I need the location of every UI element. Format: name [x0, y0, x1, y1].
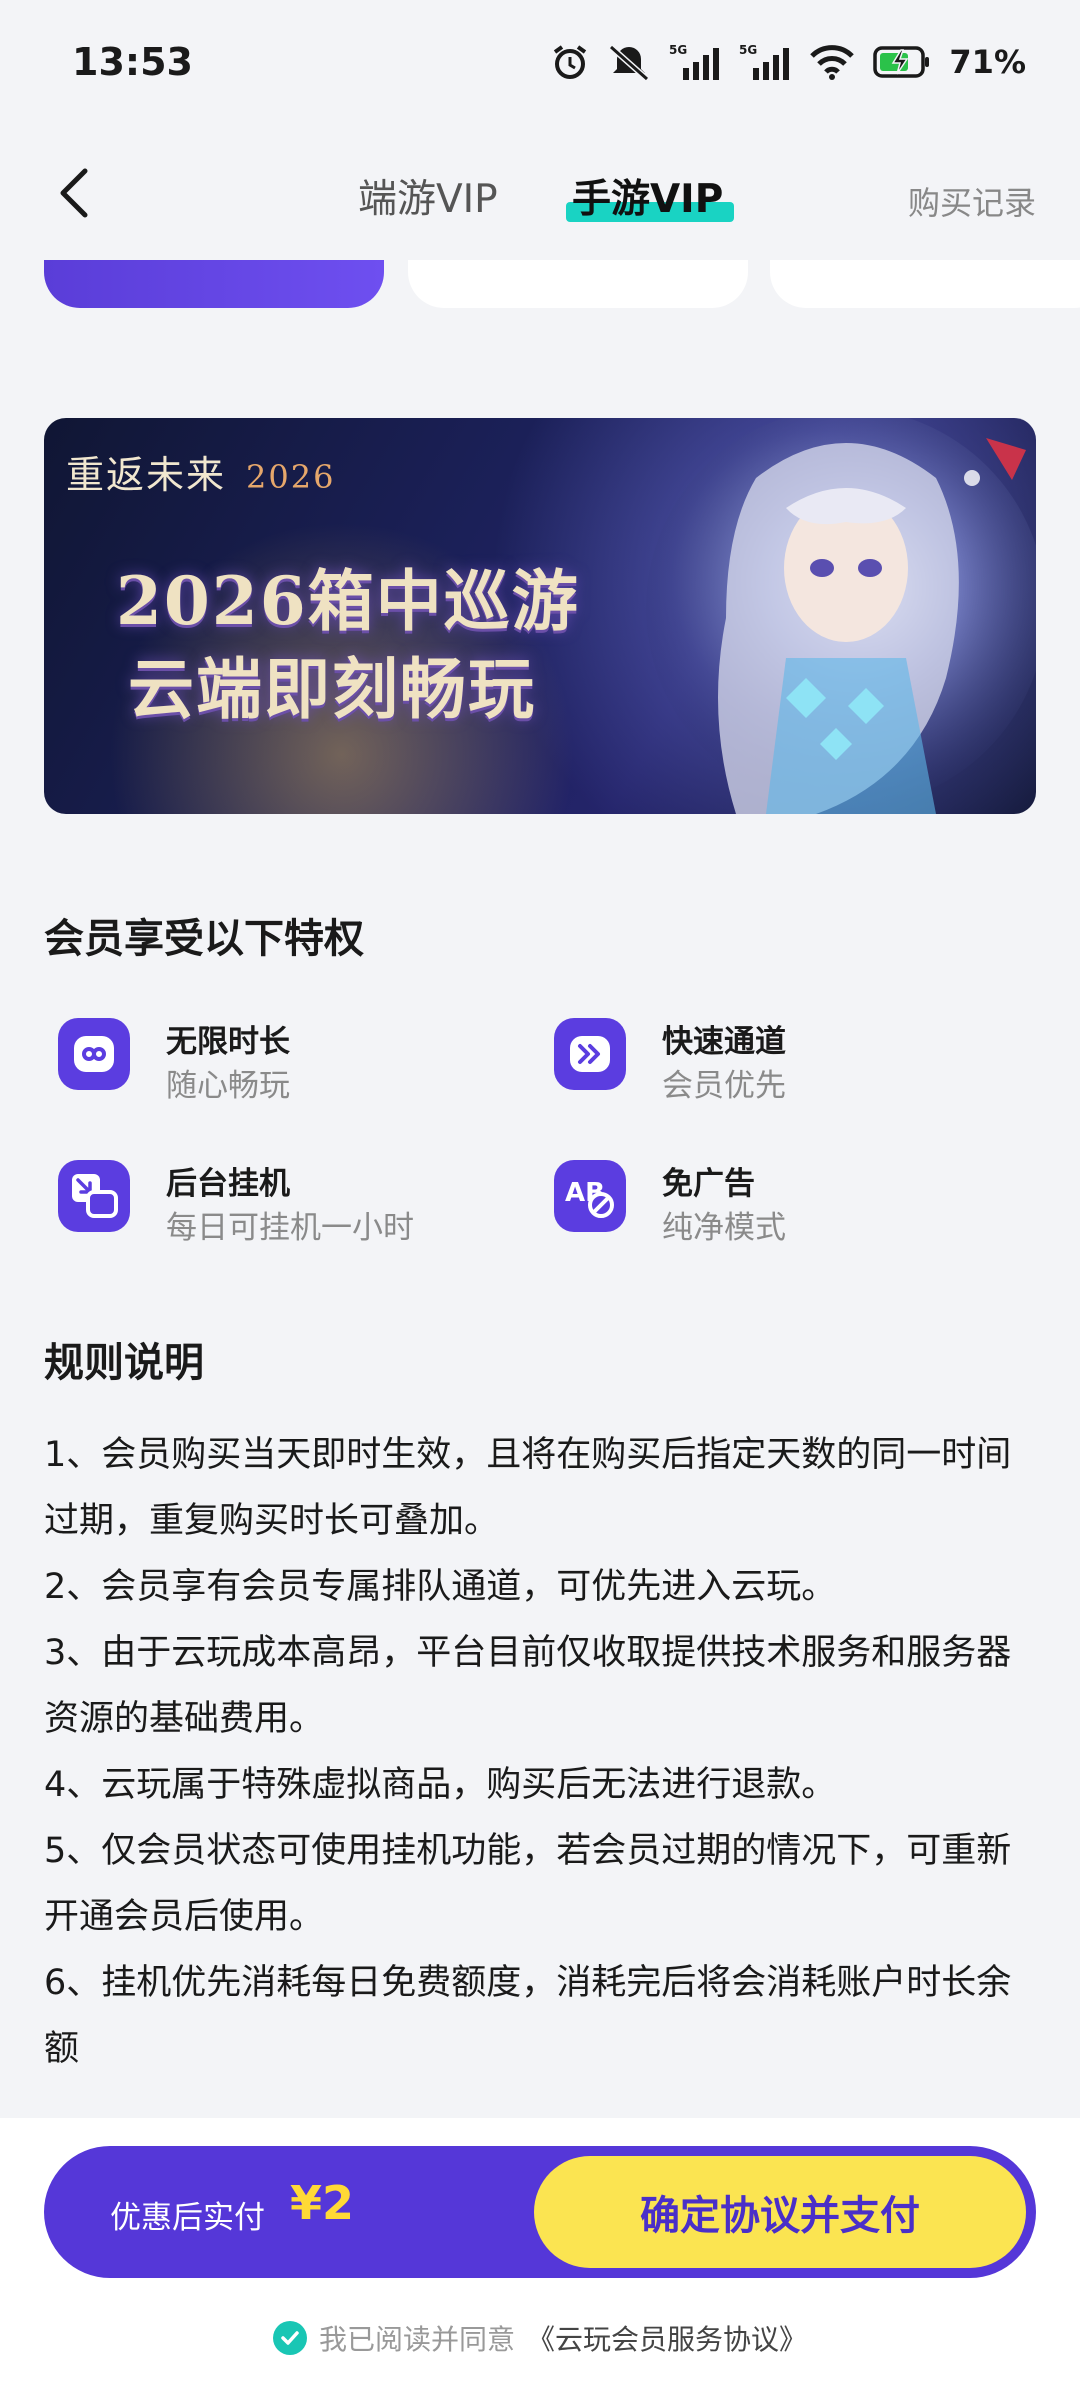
- privilege-desc: 随心畅玩: [166, 1068, 290, 1104]
- plan-card-selected[interactable]: [44, 260, 384, 308]
- agreement-text: 我已阅读并同意: [318, 2323, 515, 2356]
- battery-percent: 71%: [949, 43, 1026, 81]
- svg-text:5G: 5G: [739, 43, 757, 57]
- no-ads-icon: AB: [554, 1160, 626, 1232]
- rule-item: 2、会员享有会员专属排队通道，可优先进入云玩。: [44, 1567, 837, 1607]
- status-icons: 5G 5G 71%: [551, 38, 1026, 86]
- banner-logo-year: 2026: [246, 458, 336, 496]
- plan-card[interactable]: [408, 260, 748, 308]
- agreement-row: 我已阅读并同意 《云玩会员服务协议》: [0, 2318, 1080, 2358]
- privilege-item: 快速通道 会员优先: [540, 1004, 960, 1104]
- rule-item: 1、会员购买当天即时生效，且将在购买后指定天数的同一时间过期，重复购买时长可叠加…: [44, 1435, 1012, 1541]
- signal-5g-icon: 5G: [739, 42, 791, 82]
- payment-bar: 优惠后实付 ¥2 确定协议并支付: [44, 2146, 1036, 2278]
- banner-logo-text: 重返未来: [66, 453, 227, 497]
- rule-item: 6、挂机优先消耗每日免费额度，消耗完后将会消耗账户时长余额: [44, 1963, 1012, 2069]
- fast-forward-icon: [554, 1018, 626, 1090]
- vip-page: 13:53 5G 5G 71% 端游VIP 手游VIP 购买记录 重返未来 20…: [0, 0, 1080, 2400]
- promo-banner[interactable]: 重返未来 2026 2026箱中巡游 云端即刻畅玩: [44, 418, 1036, 814]
- signal-5g-icon: 5G: [669, 42, 721, 82]
- agreement-link[interactable]: 《云玩会员服务协议》: [527, 2318, 807, 2358]
- privilege-name: 免广告: [662, 1166, 755, 1202]
- banner-headline-1: 2026箱中巡游: [116, 562, 580, 640]
- infinity-icon: [58, 1018, 130, 1090]
- tab-mobile-vip-label: 手游VIP: [572, 177, 724, 222]
- minimize-window-icon: [58, 1160, 130, 1232]
- rule-item: 5、仅会员状态可使用挂机功能，若会员过期的情况下，可重新开通会员后使用。: [44, 1831, 1012, 1937]
- privilege-item: 无限时长 随心畅玩: [44, 1004, 464, 1104]
- wifi-icon: [809, 43, 855, 81]
- banner-headline-2: 云端即刻畅玩: [128, 650, 536, 728]
- banner-logo: 重返未来 2026: [66, 444, 335, 499]
- final-price: ¥2: [290, 2176, 355, 2230]
- agreement-checkbox[interactable]: [272, 2321, 307, 2355]
- privilege-desc: 纯净模式: [662, 1210, 786, 1246]
- final-price-label: 优惠后实付: [110, 2200, 265, 2236]
- tab-mobile-vip[interactable]: 手游VIP: [572, 168, 723, 224]
- privilege-desc: 会员优先: [662, 1068, 786, 1104]
- checkmark-icon: [281, 2331, 299, 2345]
- mute-icon: [607, 43, 651, 81]
- privilege-item: 后台挂机 每日可挂机一小时: [44, 1146, 464, 1246]
- rule-item: 3、由于云玩成本高昂，平台目前仅收取提供技术服务和服务器资源的基础费用。: [44, 1633, 1012, 1739]
- privilege-name: 快速通道: [662, 1024, 786, 1060]
- svg-text:5G: 5G: [669, 43, 687, 57]
- rule-item: 4、云玩属于特殊虚拟商品，购买后无法进行退款。: [44, 1765, 837, 1805]
- banner-character-art: [646, 418, 1036, 814]
- purchase-record-link[interactable]: 购买记录: [908, 178, 1036, 224]
- top-nav: 端游VIP 手游VIP 购买记录: [0, 140, 1080, 250]
- status-time: 13:53: [72, 40, 193, 84]
- tab-pc-vip[interactable]: 端游VIP: [358, 168, 498, 224]
- alarm-icon: [551, 43, 589, 81]
- confirm-pay-button[interactable]: 确定协议并支付: [534, 2156, 1026, 2268]
- privilege-desc: 每日可挂机一小时: [166, 1210, 414, 1246]
- battery-charging-icon: [873, 45, 931, 79]
- plan-card[interactable]: [770, 260, 1080, 308]
- bottom-payment-bar: 优惠后实付 ¥2 确定协议并支付 我已阅读并同意 《云玩会员服务协议》: [0, 2118, 1080, 2400]
- status-bar: 13:53 5G 5G 71%: [0, 0, 1080, 130]
- privilege-item: AB 免广告 纯净模式: [540, 1146, 960, 1246]
- chevron-left-icon: [60, 168, 88, 218]
- back-button[interactable]: [40, 158, 110, 228]
- privilege-name: 后台挂机: [166, 1166, 290, 1202]
- rules-title: 规则说明: [44, 1340, 204, 1386]
- rules-list: 1、会员购买当天即时生效，且将在购买后指定天数的同一时间过期，重复购买时长可叠加…: [44, 1422, 1036, 2082]
- privilege-name: 无限时长: [166, 1024, 290, 1060]
- privileges-title: 会员享受以下特权: [44, 916, 364, 962]
